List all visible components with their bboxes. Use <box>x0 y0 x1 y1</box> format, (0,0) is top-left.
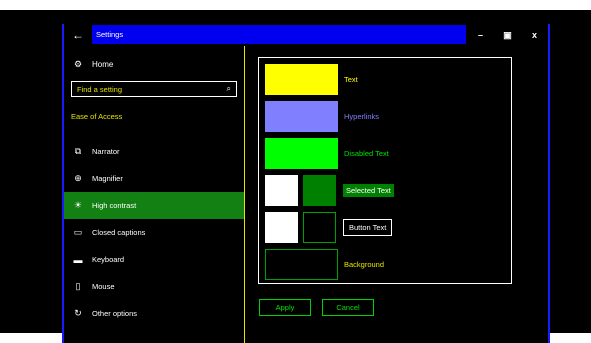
other-options-icon: ↻ <box>74 308 82 318</box>
close-button[interactable]: x <box>521 24 548 46</box>
color-preview-panel: Text Hyperlinks Disabled Text Selected T… <box>258 57 512 284</box>
button-text-foreground-swatch[interactable] <box>265 212 298 243</box>
background-color-label: Background <box>344 260 385 269</box>
text-color-row: Text <box>265 64 358 95</box>
section-title: Ease of Access <box>71 112 123 121</box>
arrow-left-icon: ← <box>72 28 84 42</box>
sidebar-item-label: Magnifier <box>92 174 123 183</box>
sidebar-item-mouse[interactable]: ▯ Mouse <box>64 273 244 300</box>
sidebar-item-label: Narrator <box>92 147 120 156</box>
settings-window: ← Settings – ▣ x ⚙ Home ⌕ Ease of Access <box>62 24 550 343</box>
close-icon: x <box>531 30 537 40</box>
back-button[interactable]: ← <box>64 24 92 46</box>
selected-text-color-row: Selected Text <box>265 175 394 206</box>
keyboard-icon: ▬ <box>73 254 83 265</box>
minimize-icon: – <box>477 30 483 40</box>
captions-icon: ▭ <box>73 227 83 237</box>
home-label: Home <box>92 59 114 69</box>
window-title: Settings <box>96 30 124 39</box>
sidebar-nav: ⧉ Narrator ⊕ Magnifier ☀ High contrast ▭… <box>64 138 244 327</box>
action-buttons: Apply Cancel <box>259 299 374 316</box>
search-input[interactable] <box>77 84 217 94</box>
gear-icon: ⚙ <box>73 58 83 69</box>
sidebar-item-label: Mouse <box>92 282 115 291</box>
search-icon[interactable]: ⌕ <box>227 84 231 94</box>
sidebar-item-closed-captions[interactable]: ▭ Closed captions <box>64 219 244 246</box>
apply-button[interactable]: Apply <box>259 299 311 316</box>
background-color-row: Background <box>265 249 384 280</box>
sidebar-item-high-contrast[interactable]: ☀ High contrast <box>64 192 244 219</box>
home-link[interactable]: ⚙ Home <box>72 56 113 72</box>
search-box: ⌕ <box>71 81 237 97</box>
sidebar-item-label: Keyboard <box>92 255 125 264</box>
sidebar-item-label: Other options <box>92 309 138 318</box>
cancel-button[interactable]: Cancel <box>322 299 374 316</box>
sidebar-item-label: Closed captions <box>92 228 146 237</box>
selected-text-label: Selected Text <box>343 184 394 197</box>
sidebar: ⚙ Home ⌕ Ease of Access ⧉ Narrator ⊕ Mag… <box>64 46 244 343</box>
window-controls: – ▣ x <box>467 24 548 46</box>
mouse-icon: ▯ <box>75 281 81 291</box>
sidebar-divider <box>244 46 245 343</box>
narrator-icon: ⧉ <box>74 146 82 156</box>
text-color-swatch[interactable] <box>265 64 338 95</box>
magnifier-icon: ⊕ <box>74 173 82 183</box>
sidebar-item-narrator[interactable]: ⧉ Narrator <box>64 138 244 165</box>
title-bar: ← Settings – ▣ x <box>64 24 548 46</box>
background-color-swatch[interactable] <box>265 249 338 280</box>
sidebar-item-label: High contrast <box>92 201 137 210</box>
title-bar-fill: Settings <box>92 25 466 44</box>
maximize-icon: ▣ <box>503 29 512 40</box>
maximize-button[interactable]: ▣ <box>494 24 521 46</box>
button-text-label: Button Text <box>343 219 393 236</box>
selected-text-foreground-swatch[interactable] <box>265 175 298 206</box>
text-color-label: Text <box>344 75 358 84</box>
sun-icon: ☀ <box>73 200 83 210</box>
disabled-text-color-swatch[interactable] <box>265 138 338 169</box>
disabled-text-color-label: Disabled Text <box>344 149 389 158</box>
selected-text-background-swatch[interactable] <box>303 175 336 206</box>
hyperlinks-color-row: Hyperlinks <box>265 101 379 132</box>
button-face-swatch[interactable] <box>303 212 336 243</box>
sidebar-item-keyboard[interactable]: ▬ Keyboard <box>64 246 244 273</box>
minimize-button[interactable]: – <box>467 24 494 46</box>
desktop: ← Settings – ▣ x ⚙ Home ⌕ Ease of Access <box>0 10 591 343</box>
hyperlinks-color-swatch[interactable] <box>265 101 338 132</box>
sidebar-item-magnifier[interactable]: ⊕ Magnifier <box>64 165 244 192</box>
button-text-color-row: Button Text <box>265 212 393 243</box>
sidebar-item-other-options[interactable]: ↻ Other options <box>64 300 244 327</box>
hyperlinks-color-label: Hyperlinks <box>344 112 380 121</box>
disabled-text-color-row: Disabled Text <box>265 138 389 169</box>
